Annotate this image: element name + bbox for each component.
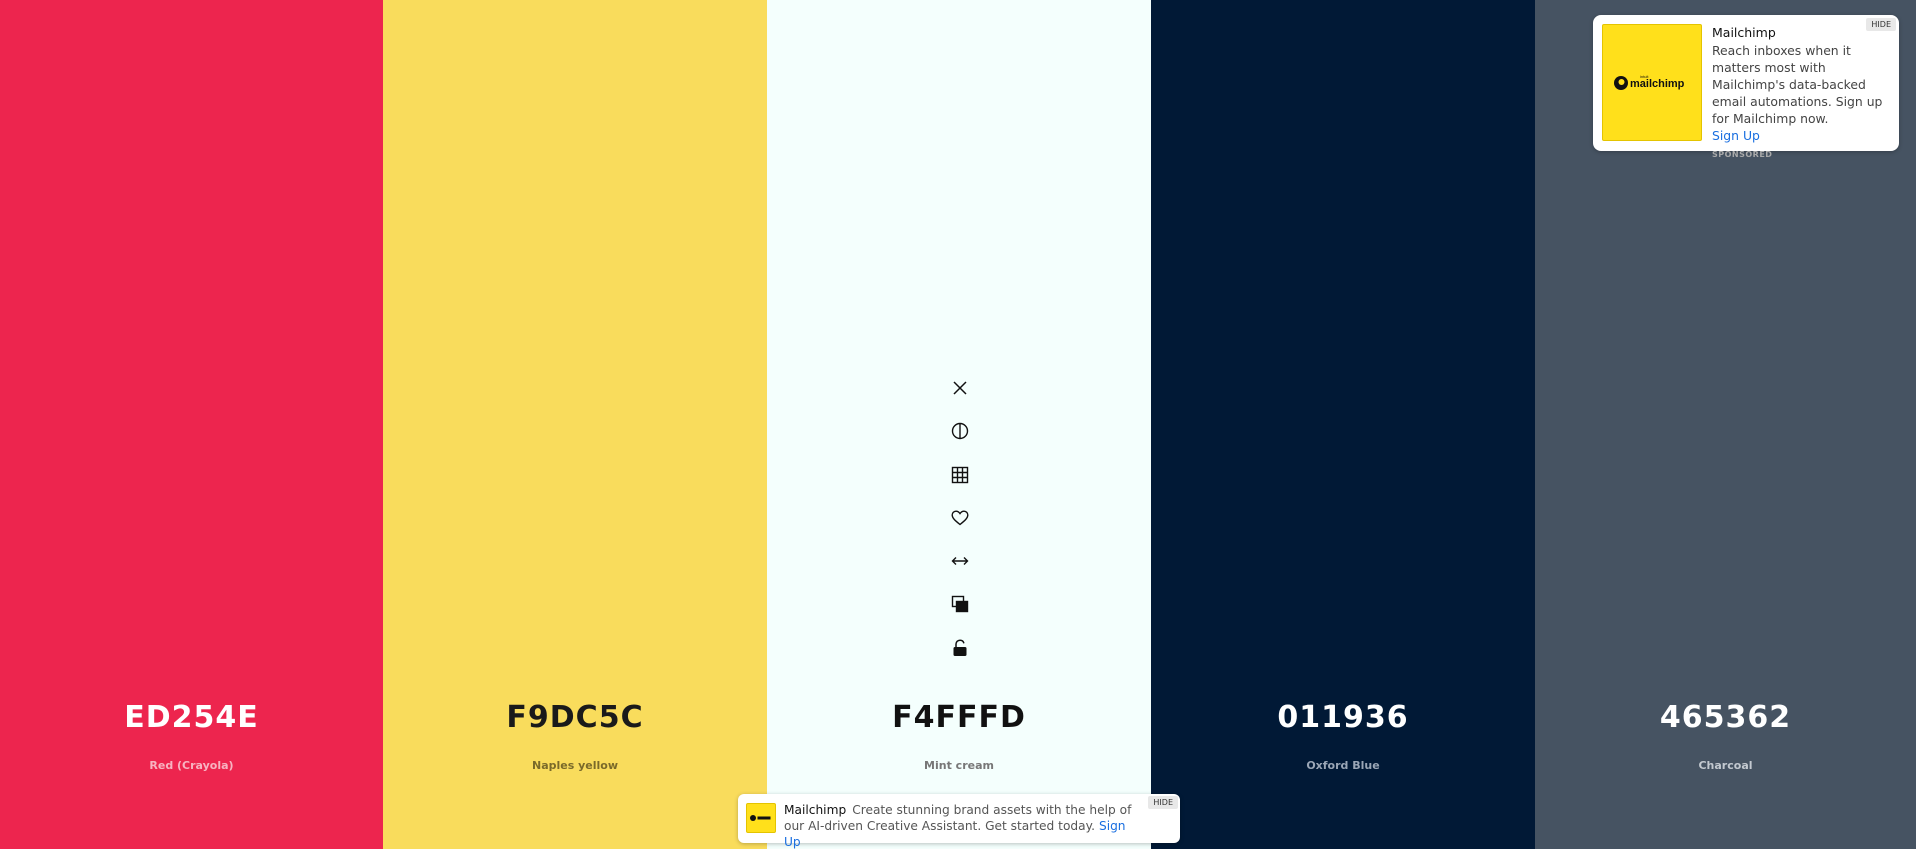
hex-code[interactable]: 465362 — [1535, 700, 1916, 735]
sponsored-ad-bottom[interactable]: Mailchimp Create stunning brand assets wi… — [738, 794, 1180, 849]
hex-code[interactable]: 011936 — [1151, 700, 1535, 735]
hide-ad-button[interactable]: HIDE — [1148, 796, 1178, 809]
grid-icon[interactable] — [944, 459, 976, 491]
ad-title[interactable]: Mailchimp — [784, 803, 846, 817]
swatch-toolbar — [940, 372, 980, 675]
resize-horizontal-icon[interactable] — [944, 545, 976, 577]
color-name: Charcoal — [1698, 759, 1753, 772]
close-icon[interactable] — [944, 372, 976, 404]
swatch-naples-yellow[interactable]: F9DC5C Naples yellow — [383, 0, 767, 849]
swatch-red-crayola[interactable]: ED254E Red (Crayola) — [0, 0, 383, 849]
hide-ad-button[interactable]: HIDE — [1866, 18, 1896, 31]
hex-code[interactable]: F4FFFD — [767, 700, 1151, 735]
contrast-icon[interactable] — [944, 415, 976, 447]
ad-text: Reach inboxes when it matters most with … — [1712, 43, 1883, 126]
color-name: Mint cream — [924, 759, 994, 772]
hex-code[interactable]: F9DC5C — [383, 700, 767, 735]
copy-icon[interactable] — [944, 588, 976, 620]
mailchimp-logo[interactable]: intuit mailchimp — [1602, 24, 1702, 141]
hex-code[interactable]: ED254E — [0, 700, 383, 735]
color-name: Oxford Blue — [1306, 759, 1380, 772]
mailchimp-logo-small[interactable] — [746, 803, 776, 833]
ad-cta-link[interactable]: Sign Up — [1712, 127, 1890, 144]
ad-title[interactable]: Mailchimp — [1712, 24, 1890, 41]
sponsored-label: SPONSORED — [1712, 150, 1773, 159]
heart-icon[interactable] — [944, 502, 976, 534]
sponsored-ad-top[interactable]: intuit mailchimp Mailchimp Reach inboxes… — [1593, 15, 1899, 159]
lock-icon[interactable] — [944, 632, 976, 664]
color-name: Naples yellow — [531, 759, 618, 772]
swatch-oxford-blue[interactable]: 011936 Oxford Blue — [1151, 0, 1535, 849]
logo-text: mailchimp — [1630, 78, 1685, 90]
color-name: Red (Crayola) — [149, 759, 234, 772]
